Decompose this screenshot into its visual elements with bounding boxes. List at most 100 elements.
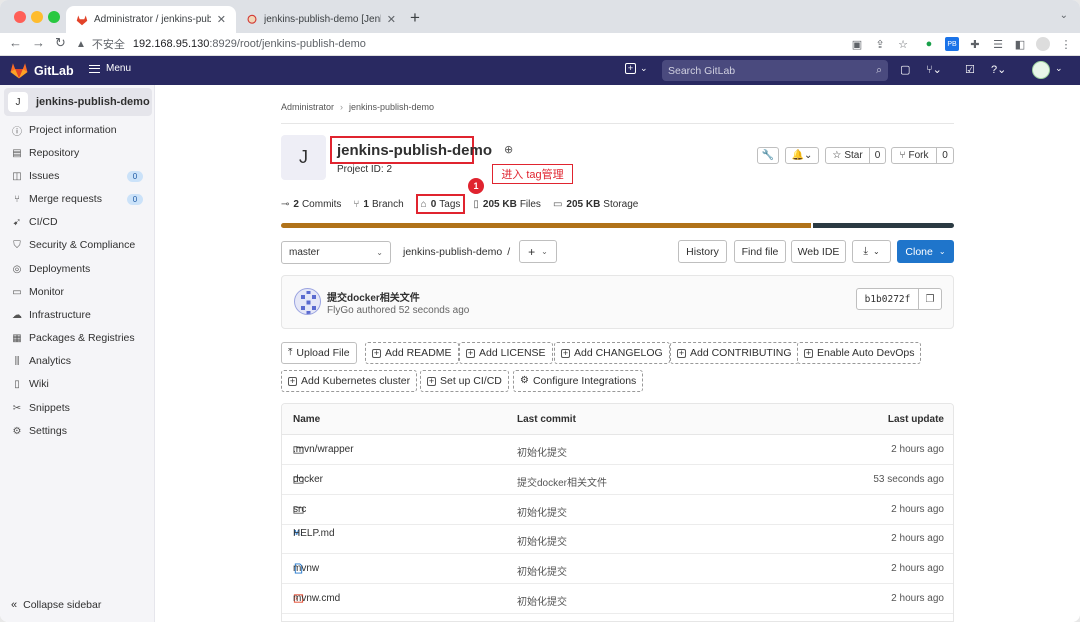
last-commit-link[interactable]: 初始化提交 — [517, 533, 567, 548]
browser-menu-icon[interactable]: ⋮ — [1059, 37, 1073, 51]
file-name-link[interactable]: .mvn/wrapper — [293, 444, 354, 455]
table-row[interactable]: M↓ HELP.md 初始化提交 2 hours ago — [282, 524, 953, 554]
language-segment[interactable] — [281, 223, 812, 228]
copy-sha-icon[interactable]: ❐ — [919, 288, 942, 310]
issues-icon[interactable]: ▢ — [900, 63, 910, 76]
table-row[interactable]: docker 提交docker相关文件 53 seconds ago — [282, 465, 953, 495]
sidebar-project-header[interactable]: J jenkins-publish-demo — [4, 88, 152, 116]
table-row[interactable]: .mvn/wrapper 初始化提交 2 hours ago — [282, 435, 953, 465]
browser-tab-jenkins[interactable]: jenkins-publish-demo [Jenkins] ✕ — [236, 6, 406, 33]
add-changelog-button[interactable]: + Add CHANGELOG — [554, 342, 670, 364]
share-icon[interactable]: ⇪ — [873, 37, 887, 51]
reload-icon[interactable]: ↻ — [55, 35, 66, 51]
sidebar-item-monitor[interactable]: ▭ Monitor — [0, 281, 155, 303]
breadcrumb-item-administrator[interactable]: Administrator — [281, 102, 334, 112]
tags-link[interactable]: ⌂ 0 Tags — [415, 194, 466, 214]
address-bar[interactable]: ▲ 不安全 192.168.95.130 :8929/root/jenkins-… — [76, 34, 836, 54]
commits-link[interactable]: ⊸ 2 Commits — [281, 199, 341, 210]
browser-tab-gitlab[interactable]: Administrator / jenkins-publish-demo · G… — [66, 6, 236, 33]
new-tab-button[interactable]: + — [410, 8, 420, 28]
tab-close-icon[interactable]: ✕ — [217, 13, 226, 26]
web-ide-button[interactable]: Web IDE — [791, 240, 846, 263]
branch-selector-dropdown[interactable]: master ⌄ — [281, 241, 391, 264]
sidebar-item-infrastructure[interactable]: ☁ Infrastructure — [0, 304, 155, 326]
add-license-button[interactable]: + Add LICENSE — [459, 342, 553, 364]
breadcrumb-item-project[interactable]: jenkins-publish-demo — [349, 102, 434, 112]
file-name-link[interactable]: docker — [293, 474, 323, 485]
notification-bell-dropdown[interactable]: 🔔⌄ — [785, 147, 819, 164]
sidebar-item-snippets[interactable]: ✂ Snippets — [0, 397, 155, 419]
sidebar-item-repository[interactable]: ▤ Repository — [0, 142, 155, 164]
add-contributing-button[interactable]: + Add CONTRIBUTING — [670, 342, 799, 364]
repository-language-bar[interactable] — [281, 223, 954, 228]
create-new-dropdown[interactable]: + ⌄ — [625, 63, 648, 74]
language-segment[interactable] — [813, 223, 954, 228]
history-button[interactable]: History — [678, 240, 727, 263]
file-name-link[interactable]: src — [293, 504, 306, 515]
sidebar-item-project-information[interactable]: ⓘ Project information — [0, 119, 155, 141]
add-readme-button[interactable]: + Add README — [365, 342, 459, 364]
back-arrow-icon[interactable]: ← — [9, 35, 22, 50]
file-name-link[interactable]: HELP.md — [293, 528, 335, 539]
sidebar-item-settings[interactable]: ⚙ Settings — [0, 420, 155, 442]
commit-author-avatar[interactable] — [294, 288, 321, 315]
reading-list-icon[interactable]: ☰ — [991, 37, 1005, 51]
commit-sha-button[interactable]: b1b0272f — [856, 288, 919, 310]
upload-file-button[interactable]: ⤒ Upload File — [281, 342, 357, 364]
sidebar-item-issues[interactable]: ◫ Issues 0 — [0, 165, 155, 187]
collapse-sidebar-button[interactable]: « Collapse sidebar — [11, 599, 101, 611]
star-count[interactable]: 0 — [870, 147, 886, 164]
search-input[interactable]: Search GitLab ⌕ — [662, 60, 888, 81]
help-dropdown-icon[interactable]: ?⌄ — [991, 63, 1006, 76]
table-row[interactable]: mvnw 初始化提交 2 hours ago — [282, 554, 953, 584]
forward-arrow-icon[interactable]: → — [32, 35, 45, 50]
sidebar-item-packages-registries[interactable]: ▦ Packages & Registries — [0, 327, 155, 349]
main-menu-button[interactable]: Menu — [89, 63, 131, 74]
puzzle-extensions-icon[interactable]: ✚ — [968, 37, 982, 51]
sidebar-item-merge-requests[interactable]: ⑂ Merge requests 0 — [0, 188, 155, 210]
extension-pb-icon[interactable]: PB — [945, 37, 959, 51]
last-commit-link[interactable]: 初始化提交 — [517, 563, 567, 578]
find-file-button[interactable]: Find file — [734, 240, 786, 263]
add-kubernetes-cluster-button[interactable]: + Add Kubernetes cluster — [281, 370, 418, 392]
fork-button[interactable]: ⑂ Fork — [891, 147, 937, 164]
evernote-extension-icon[interactable]: ● — [922, 37, 936, 51]
window-close-button[interactable] — [14, 11, 26, 23]
project-settings-wrench-button[interactable]: 🔧 — [757, 147, 779, 164]
files-link[interactable]: ▯ 205 KB Files — [473, 199, 541, 210]
side-panel-icon[interactable]: ◧ — [1013, 37, 1027, 51]
table-row[interactable]: src 初始化提交 2 hours ago — [282, 495, 953, 525]
commit-message-link[interactable]: 提交docker相关文件 — [327, 289, 420, 304]
user-avatar[interactable] — [1032, 61, 1050, 79]
configure-integrations-button[interactable]: ⚙ Configure Integrations — [513, 370, 644, 392]
sidebar-item-deployments[interactable]: ◎ Deployments — [0, 258, 155, 280]
branches-link[interactable]: ⑂ 1 Branch — [353, 199, 403, 210]
storage-link[interactable]: ▭ 205 KB Storage — [553, 199, 638, 210]
merge-requests-dropdown-icon[interactable]: ⑂⌄ — [926, 63, 942, 76]
window-maximize-button[interactable] — [48, 11, 60, 23]
gitlab-home-link[interactable]: GitLab — [10, 62, 74, 79]
bookmark-star-icon[interactable]: ☆ — [896, 37, 910, 51]
sidebar-item-wiki[interactable]: ▯ Wiki — [0, 373, 155, 395]
repository-path[interactable]: jenkins-publish-demo / — [403, 246, 510, 258]
sidebar-item-security-compliance[interactable]: ⛉ Security & Compliance — [0, 234, 155, 256]
translate-icon[interactable]: ▣ — [850, 37, 864, 51]
file-name-link[interactable]: mvnw — [293, 563, 319, 574]
table-row[interactable]: mvnw.cmd 初始化提交 2 hours ago — [282, 584, 953, 614]
sidebar-item-cicd[interactable]: ➹ CI/CD — [0, 211, 155, 233]
tab-close-icon[interactable]: ✕ — [387, 13, 396, 26]
todos-icon[interactable]: ☑ — [965, 63, 975, 76]
last-commit-link[interactable]: 初始化提交 — [517, 504, 567, 519]
last-commit-link[interactable]: 初始化提交 — [517, 444, 567, 459]
last-commit-link[interactable]: 初始化提交 — [517, 593, 567, 608]
add-to-tree-dropdown[interactable]: + ⌄ — [519, 240, 557, 263]
chevron-down-icon[interactable]: ⌄ — [1055, 63, 1063, 74]
profile-avatar-icon[interactable] — [1036, 37, 1050, 51]
last-commit-link[interactable]: 提交docker相关文件 — [517, 474, 607, 489]
sidebar-item-analytics[interactable]: ⫼ Analytics — [0, 350, 155, 372]
window-minimize-button[interactable] — [31, 11, 43, 23]
file-name-link[interactable]: mvnw.cmd — [293, 593, 340, 604]
enable-auto-devops-button[interactable]: + Enable Auto DevOps — [797, 342, 922, 364]
set-up-cicd-button[interactable]: + Set up CI/CD — [420, 370, 509, 392]
star-button[interactable]: ☆ Star — [825, 147, 870, 164]
